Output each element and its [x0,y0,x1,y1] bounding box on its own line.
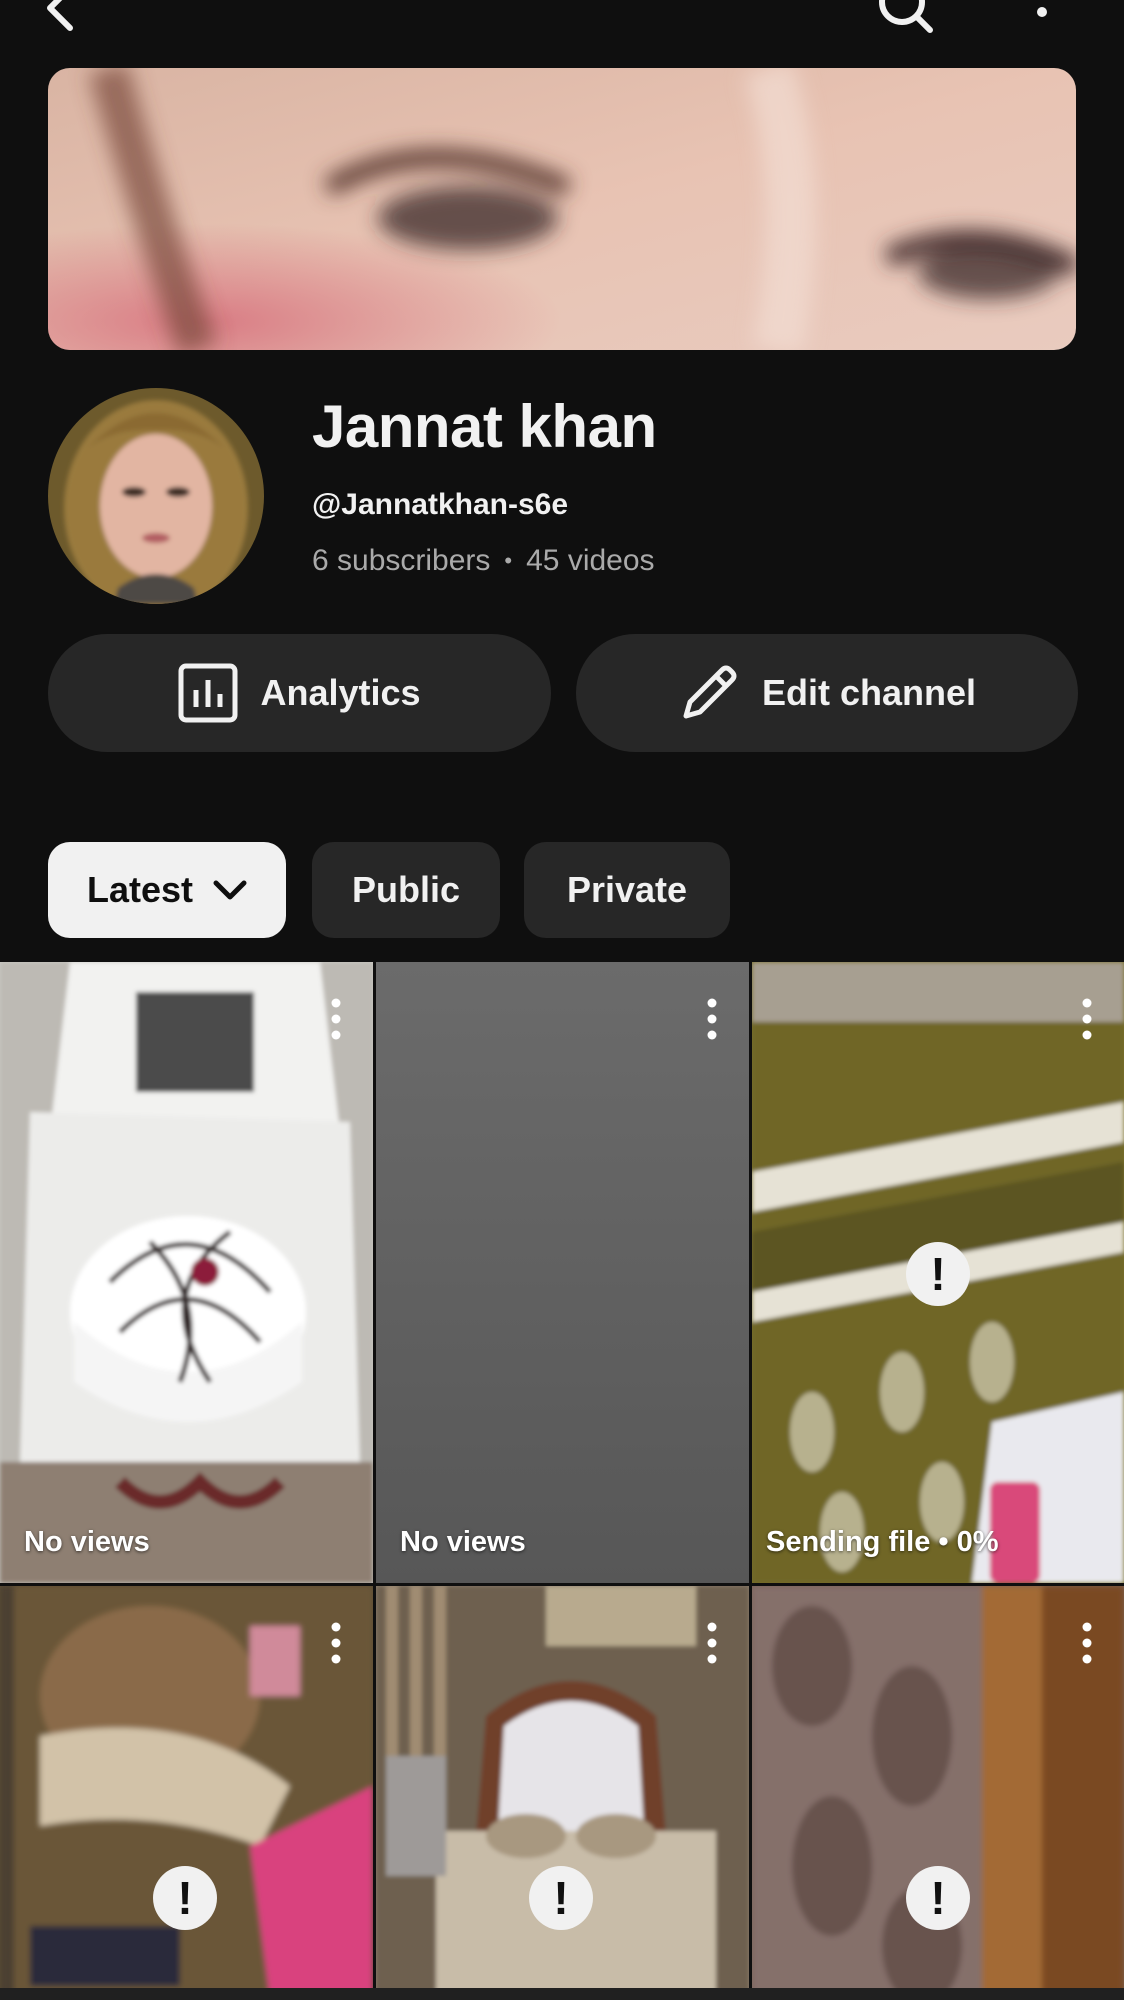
warning-icon: ! [906,1866,970,1930]
video-tile[interactable]: ! Sending file • 0% [752,962,1124,1583]
warning-icon: ! [529,1866,593,1930]
video-status: No views [24,1526,150,1558]
avatar[interactable] [48,388,264,604]
sort-label: Latest [86,869,194,910]
stats-separator: • [504,548,513,573]
channel-stats: 6 subscribers • 45 videos [312,544,655,578]
analytics-icon [178,663,238,723]
top-app-bar [0,0,1124,40]
bottom-nav-edge [0,1988,1124,2000]
video-tile[interactable]: ! [752,1586,1124,2000]
pencil-icon [683,665,737,719]
warning-icon: ! [153,1866,217,1930]
analytics-label: Analytics [260,672,421,713]
channel-name: Jannat khan [312,393,657,460]
private-chip[interactable]: Private [524,842,730,938]
more-vert-icon[interactable] [1080,998,1094,1040]
back-arrow-icon[interactable] [40,0,100,36]
video-status: No views [400,1526,526,1558]
edit-channel-button[interactable]: Edit channel [576,634,1078,752]
more-vert-icon[interactable] [1020,0,1064,30]
video-tile[interactable]: ! [0,1586,373,2000]
video-status: Sending file • 0% [766,1526,999,1558]
public-chip[interactable]: Public [312,842,500,938]
edit-channel-label: Edit channel [761,672,977,713]
analytics-button[interactable]: Analytics [48,634,551,752]
chevron-down-icon [213,880,247,900]
more-vert-icon[interactable] [1080,1622,1094,1664]
subscriber-count: 6 subscribers [312,544,491,577]
sort-latest-chip[interactable]: Latest [48,842,286,938]
more-vert-icon[interactable] [329,998,343,1040]
video-count: 45 videos [526,544,655,577]
video-tile[interactable]: No views [376,962,749,1583]
video-tile[interactable]: ! [376,1586,749,2000]
channel-banner [48,68,1076,350]
search-icon[interactable] [872,0,940,34]
channel-handle: @Jannatkhan-s6e [312,488,569,521]
warning-icon: ! [906,1242,970,1306]
more-vert-icon[interactable] [705,1622,719,1664]
video-tile[interactable]: No views [0,962,373,1583]
more-vert-icon[interactable] [329,1622,343,1664]
more-vert-icon[interactable] [705,998,719,1040]
